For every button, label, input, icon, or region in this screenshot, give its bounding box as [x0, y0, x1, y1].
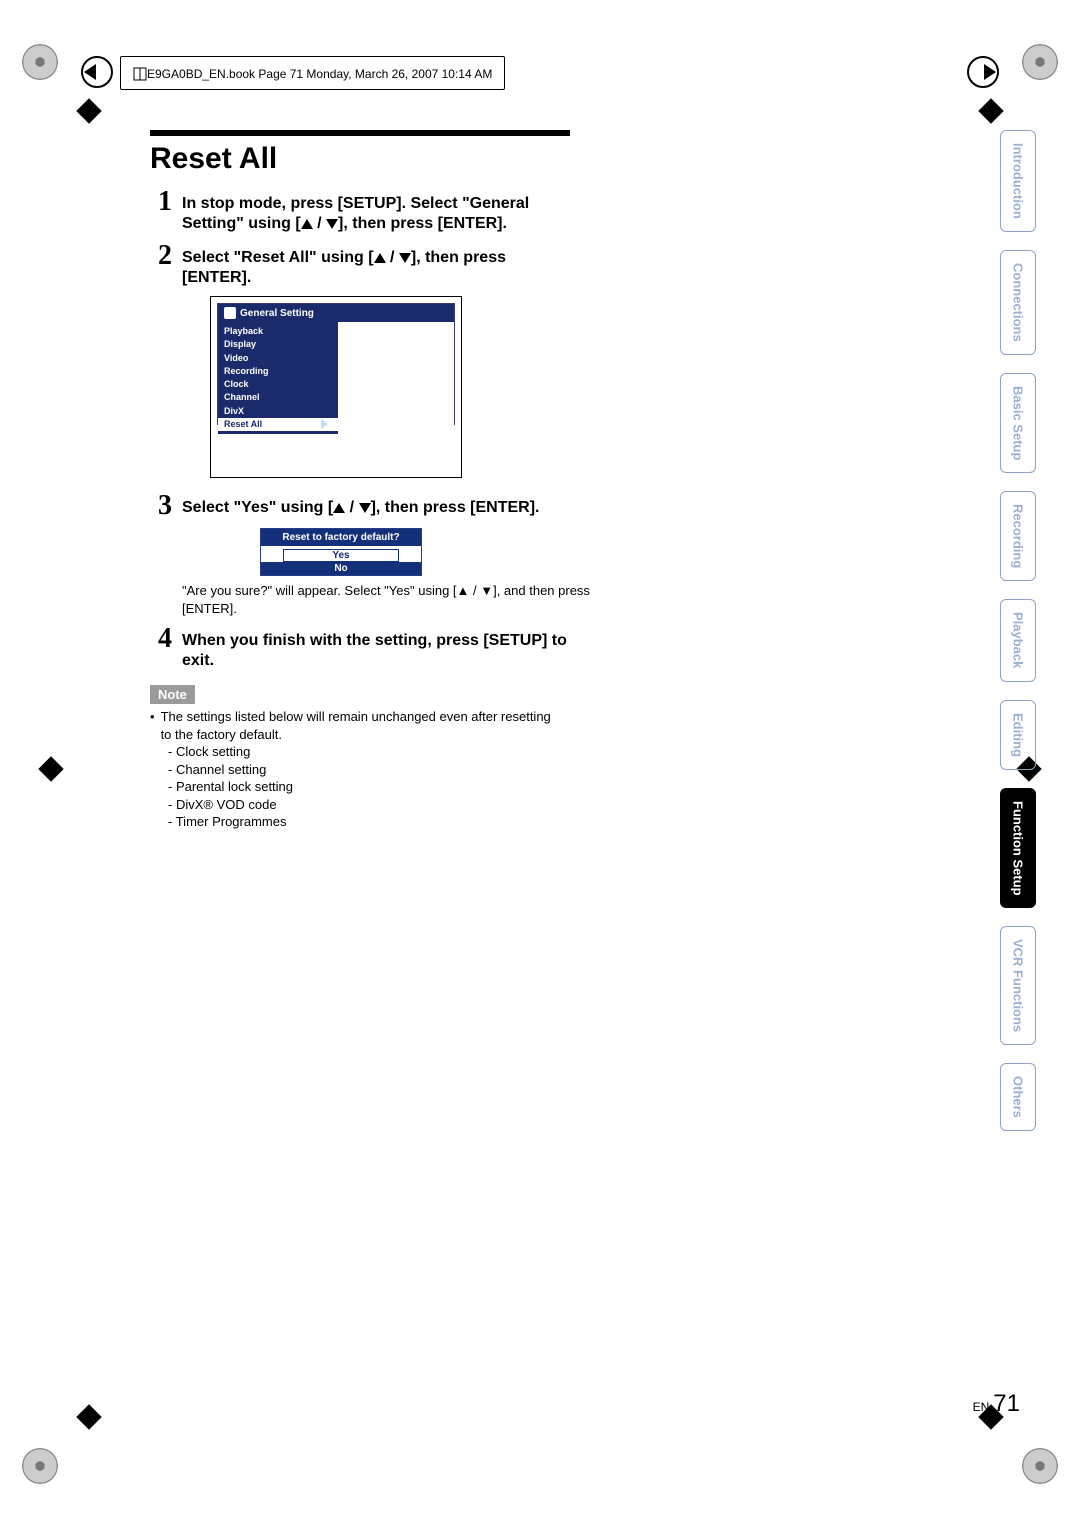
bullet-dot: •: [150, 708, 155, 743]
menu-title-icon: [224, 307, 236, 319]
step-text: Select "Yes" using [ / ], then press [EN…: [182, 492, 539, 520]
menu-right-pane: [338, 322, 454, 434]
menu-item: Clock: [218, 378, 338, 391]
note-item-text: Timer Programmes: [176, 814, 287, 829]
side-tab-playback[interactable]: Playback: [1000, 599, 1036, 681]
menu-title-bar: General Setting: [218, 304, 454, 322]
section-title: Reset All: [150, 142, 650, 176]
step-text: In stop mode, press [SETUP]. Select "Gen…: [182, 188, 570, 234]
crop-mark-icon: [1022, 44, 1058, 80]
side-tab-connections[interactable]: Connections: [1000, 250, 1036, 355]
note-item-text: Channel setting: [176, 762, 266, 777]
step-text: When you finish with the setting, press …: [182, 625, 570, 671]
registration-diamond-icon: [76, 98, 101, 123]
general-setting-menu: General Setting Playback Display Video R…: [210, 296, 462, 478]
note-item: - DivX® VOD code: [150, 796, 560, 814]
down-arrow-icon: [399, 253, 411, 263]
menu-item: Recording: [218, 365, 338, 378]
menu-item: Channel: [218, 391, 338, 404]
side-tab-vcr-functions[interactable]: VCR Functions: [1000, 926, 1036, 1045]
main-content: Reset All 1 In stop mode, press [SETUP].…: [150, 130, 650, 831]
up-arrow-icon: [333, 503, 345, 513]
down-arrow-icon: [326, 219, 338, 229]
note-item: - Clock setting: [150, 743, 560, 761]
menu-item-selected: Reset All: [218, 418, 338, 431]
step-text-frag: Select "Reset All" using [: [182, 249, 374, 266]
step-number: 1: [150, 188, 172, 234]
chevron-right-icon: [321, 419, 328, 429]
registration-arrow-icon: [80, 55, 114, 89]
page-number-block: EN71: [973, 1390, 1020, 1418]
crop-mark-icon: [1022, 1448, 1058, 1484]
step-text-frag: /: [345, 499, 358, 516]
down-arrow-icon: [359, 503, 371, 513]
step-number: 4: [150, 625, 172, 671]
step-text-frag: Select "Yes" using [: [182, 499, 333, 516]
side-tab-function-setup[interactable]: Function Setup: [1000, 788, 1036, 909]
note-item-text: Clock setting: [176, 744, 250, 759]
dialog-option: No: [261, 562, 421, 575]
menu-item-label: Reset All: [224, 419, 262, 430]
page-label-small: EN: [973, 1400, 990, 1414]
menu-item: Video: [218, 352, 338, 365]
menu-item: Display: [218, 338, 338, 351]
dialog-title: Reset to factory default?: [261, 529, 421, 546]
step-number: 2: [150, 242, 172, 288]
menu-item: Playback: [218, 325, 338, 338]
book-icon: [133, 67, 147, 81]
note-label: Note: [150, 685, 195, 704]
step-3: 3 Select "Yes" using [ / ], then press […: [150, 492, 570, 520]
side-tab-introduction[interactable]: Introduction: [1000, 130, 1036, 232]
side-tab-basic-setup[interactable]: Basic Setup: [1000, 373, 1036, 473]
note-item: - Parental lock setting: [150, 778, 560, 796]
registration-arrow-icon: [966, 55, 1000, 89]
section-rule-thick: [150, 130, 570, 136]
menu-item: DivX: [218, 405, 338, 418]
step-text-frag: /: [313, 215, 326, 232]
page-number: 71: [993, 1390, 1020, 1417]
note-item-text: Parental lock setting: [176, 779, 293, 794]
up-arrow-icon: [301, 219, 313, 229]
registration-diamond-icon: [76, 1404, 101, 1429]
crop-mark-icon: [22, 1448, 58, 1484]
step-number: 3: [150, 492, 172, 520]
side-tab-recording[interactable]: Recording: [1000, 491, 1036, 581]
registration-diamond-icon: [38, 756, 63, 781]
note-intro: The settings listed below will remain un…: [161, 708, 560, 743]
step-text-frag: ], then press [ENTER].: [338, 215, 507, 232]
step-2: 2 Select "Reset All" using [ / ], then p…: [150, 242, 570, 288]
step-text-frag: /: [386, 249, 399, 266]
crop-mark-icon: [22, 44, 58, 80]
side-tabs: Introduction Connections Basic Setup Rec…: [1000, 130, 1040, 1131]
registration-diamond-icon: [978, 98, 1003, 123]
reset-dialog: Reset to factory default? Yes No: [260, 528, 422, 576]
note-item-text: DivX® VOD code: [176, 797, 277, 812]
step-1: 1 In stop mode, press [SETUP]. Select "G…: [150, 188, 570, 234]
page-frame: E9GA0BD_EN.book Page 71 Monday, March 26…: [0, 0, 1080, 1528]
note-item: - Channel setting: [150, 761, 560, 779]
step-text-frag: ], then press [ENTER].: [371, 499, 540, 516]
side-tab-others[interactable]: Others: [1000, 1063, 1036, 1131]
note-item: - Timer Programmes: [150, 813, 560, 831]
dialog-option-selected: Yes: [283, 549, 399, 562]
menu-list: Playback Display Video Recording Clock C…: [218, 322, 338, 434]
note-list: •The settings listed below will remain u…: [150, 708, 560, 831]
step-4: 4 When you finish with the setting, pres…: [150, 625, 570, 671]
step-text: Select "Reset All" using [ / ], then pre…: [182, 242, 570, 288]
header-runner-text: E9GA0BD_EN.book Page 71 Monday, March 26…: [147, 67, 492, 81]
post-dialog-note: "Are you sure?" will appear. Select "Yes…: [182, 582, 592, 617]
up-arrow-icon: [374, 253, 386, 263]
header-runner: E9GA0BD_EN.book Page 71 Monday, March 26…: [120, 56, 505, 90]
menu-title-text: General Setting: [240, 308, 314, 319]
side-tab-editing[interactable]: Editing: [1000, 700, 1036, 770]
